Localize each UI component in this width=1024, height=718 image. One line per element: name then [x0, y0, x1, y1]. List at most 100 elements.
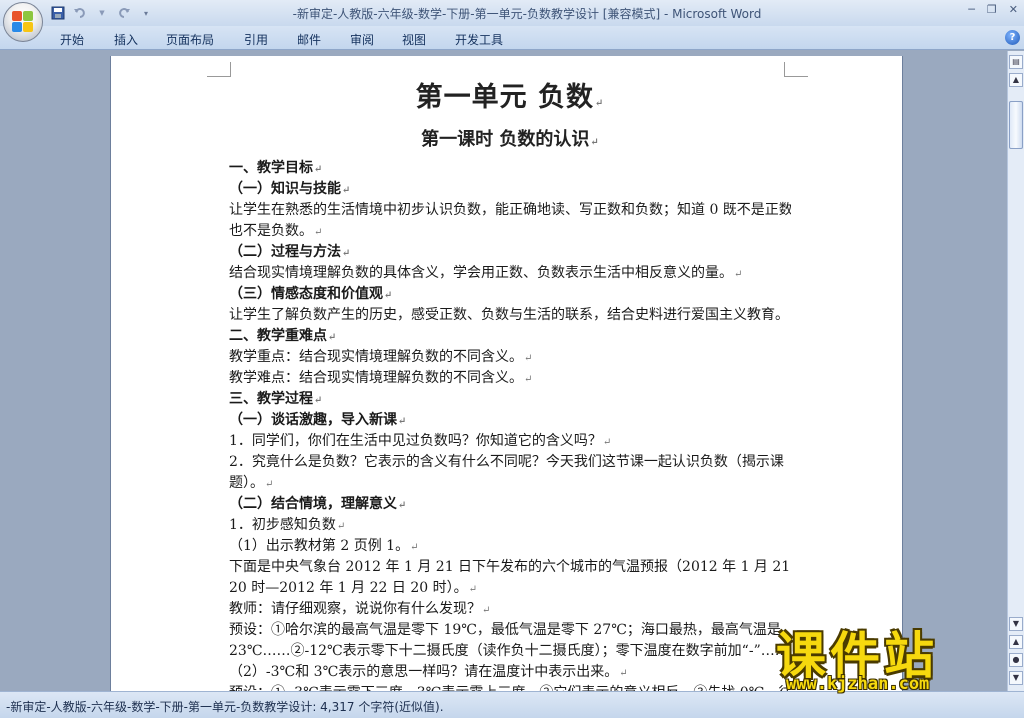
help-icon[interactable]: ? — [1005, 30, 1020, 45]
document-line: 20 时—2012 年 1 月 22 日 20 时）。↵ — [229, 578, 791, 599]
document-line: 23℃……②-12℃表示零下十二摄氏度（读作负十二摄氏度）；零下温度在数字前加“… — [229, 641, 791, 662]
paragraph-mark: ↵ — [734, 269, 743, 280]
document-line-text: 23℃……②-12℃表示零下十二摄氏度（读作负十二摄氏度）；零下温度在数字前加“… — [229, 643, 789, 659]
previous-page-icon[interactable]: ▲ — [1009, 635, 1023, 649]
paragraph-mark: ↵ — [398, 416, 407, 427]
paragraph-mark: ↵ — [336, 521, 346, 532]
document-title: 第一单元 负数↵ — [415, 82, 605, 113]
document-line: 让学生在熟悉的生活情境中初步认识负数，能正确地读、写正数和负数；知道 0 既不是… — [229, 200, 791, 221]
document-line-text: 20 时—2012 年 1 月 22 日 20 时）。 — [229, 580, 468, 596]
document-line: 一、教学目标↵ — [229, 158, 791, 179]
document-line-text: 结合现实情境理解负数的具体含义，学会用正数、负数表示生活中相反意义的量。 — [229, 265, 733, 281]
document-line: 教学重点：结合现实情境理解负数的不同含义。↵ — [229, 347, 791, 368]
document-line: （三）情感态度和价值观↵ — [229, 284, 791, 305]
paragraph-mark: ↵ — [619, 668, 628, 679]
document-line: 教学难点：结合现实情境理解负数的不同含义。↵ — [229, 368, 791, 389]
document-line-text: 一、教学目标 — [229, 160, 313, 176]
paragraph-mark: ↵ — [328, 332, 337, 343]
document-line: 题）。↵ — [229, 473, 791, 494]
document-line-text: （一）知识与技能 — [229, 181, 341, 197]
document-line: 让学生了解负数产生的历史，感受正数、负数与生活的联系，结合史料进行爱国主义教育。… — [229, 305, 791, 326]
document-line-text: （二）结合情境，理解意义 — [229, 496, 397, 512]
paragraph-mark: ↵ — [342, 185, 351, 196]
document-line-text: 也不是负数。 — [229, 223, 313, 239]
paragraph-mark: ↵ — [602, 437, 612, 448]
tab-references[interactable]: 引用 — [244, 31, 268, 48]
paragraph-mark: ↵ — [468, 584, 477, 595]
document-workspace: 第一单元 负数↵ 第一课时 负数的认识↵ 一、教学目标↵ （一）知识与技能↵ 让学生… — [0, 51, 1007, 716]
document-line-text: 1．初步感知负数 — [229, 517, 336, 533]
document-line-text: 二、教学重难点 — [229, 328, 327, 344]
paragraph-mark: ↵ — [342, 248, 351, 259]
paragraph-mark: ↵ — [410, 542, 419, 553]
document-line-text: （2）-3℃和 3℃表示的意思一样吗？请在温度计中表示出来。 — [229, 664, 619, 680]
scroll-down-icon[interactable]: ▼ — [1009, 617, 1023, 631]
document-line: （1）出示教材第 2 页例 1。↵ — [229, 536, 791, 557]
paragraph-mark: ↵ — [524, 353, 533, 364]
browse-object-icon[interactable]: ● — [1009, 653, 1023, 667]
document-line-text: 教师：请仔细观察，说说你有什么发现？ — [229, 601, 481, 617]
close-icon[interactable]: ✕ — [1009, 3, 1018, 16]
document-line-text: 题）。 — [229, 475, 264, 491]
status-text: -新审定-人教版-六年级-数学-下册-第一单元-负数教学设计: 4,317 个字… — [6, 700, 444, 714]
document-line-text: （二）过程与方法 — [229, 244, 341, 260]
window-controls: ─ ❐ ✕ — [968, 3, 1018, 16]
document-line-text: 让学生在熟悉的生活情境中初步认识负数，能正确地读、写正数和负数；知道 0 既不是… — [229, 202, 791, 218]
minimize-icon[interactable]: ─ — [968, 3, 975, 16]
paragraph-mark: ↵ — [265, 479, 274, 490]
document-line-text: 下面是中央气象台 2012 年 1 月 21 日下午发布的六个城市的气温预报（2… — [229, 559, 791, 575]
document-line: 二、教学重难点↵ — [229, 326, 791, 347]
document-line-text: 让学生了解负数产生的历史，感受正数、负数与生活的联系，结合史料进行爱国主义教育。 — [229, 307, 789, 323]
document-line: 下面是中央气象台 2012 年 1 月 21 日下午发布的六个城市的气温预报（2… — [229, 557, 791, 578]
document-line: 也不是负数。↵ — [229, 221, 791, 242]
maximize-icon[interactable]: ❐ — [987, 3, 997, 16]
paragraph-mark: ↵ — [314, 227, 323, 238]
office-button[interactable] — [3, 2, 43, 42]
document-body[interactable]: 第一单元 负数↵ 第一课时 负数的认识↵ 一、教学目标↵ （一）知识与技能↵ 让学生… — [229, 78, 791, 704]
document-line: 三、教学过程↵ — [229, 389, 791, 410]
document-line-text: 教学难点：结合现实情境理解负数的不同含义。 — [229, 370, 523, 386]
paragraph-mark: ↵ — [384, 290, 393, 301]
document-line-text: （一）谈话激趣，导入新课 — [229, 412, 397, 428]
window-title: -新审定-人教版-六年级-数学-下册-第一单元-负数教学设计 [兼容模式] - … — [292, 7, 762, 21]
paragraph-mark: ↵ — [314, 395, 323, 406]
margin-corner-mark — [207, 62, 231, 77]
document-line: （二）结合情境，理解意义↵ — [229, 494, 791, 515]
office-logo-icon — [12, 11, 34, 33]
document-line-text: 三、教学过程 — [229, 391, 313, 407]
document-line: 1．初步感知负数↵ — [229, 515, 791, 536]
next-page-icon[interactable]: ▼ — [1009, 671, 1023, 685]
site-watermark: 课件站 www.kjzhan.com — [770, 616, 1010, 696]
document-line-text: 2．究竟什么是负数？它表示的含义有什么不同呢？今天我们这节课一起认识负数（揭示课 — [229, 454, 784, 470]
tab-home[interactable]: 开始 — [60, 31, 84, 48]
paragraph-mark: ↵ — [314, 164, 323, 175]
ribbon-tabs: 开始 插入 页面布局 引用 邮件 审阅 视图 开发工具 ? — [0, 26, 1024, 50]
document-line: 结合现实情境理解负数的具体含义，学会用正数、负数表示生活中相反意义的量。↵ — [229, 263, 791, 284]
tab-review[interactable]: 审阅 — [350, 31, 374, 48]
document-line: 预设：①哈尔滨的最高气温是零下 19℃，最低气温是零下 27℃；海口最热，最高气… — [229, 620, 791, 641]
document-lines: 一、教学目标↵ （一）知识与技能↵ 让学生在熟悉的生活情境中初步认识负数，能正确地读… — [229, 158, 791, 704]
document-line-text: （三）情感态度和价值观 — [229, 286, 383, 302]
scroll-thumb[interactable] — [1009, 101, 1023, 149]
document-line: 2．究竟什么是负数？它表示的含义有什么不同呢？今天我们这节课一起认识负数（揭示课 — [229, 452, 791, 473]
document-line-text: 教学重点：结合现实情境理解负数的不同含义。 — [229, 349, 523, 365]
vertical-scrollbar[interactable]: ▤ ▲ ▼ ▲ ● ▼ — [1007, 51, 1024, 691]
tab-page-layout[interactable]: 页面布局 — [166, 31, 214, 48]
margin-corner-mark — [784, 62, 808, 77]
tab-mailings[interactable]: 邮件 — [297, 31, 321, 48]
document-line: （二）过程与方法↵ — [229, 242, 791, 263]
title-bar: ▼ ▾ -新审定-人教版-六年级-数学-下册-第一单元-负数教学设计 [兼容模式… — [0, 0, 1024, 26]
paragraph-mark: ↵ — [398, 500, 407, 511]
document-line-text: 预设：①哈尔滨的最高气温是零下 19℃，最低气温是零下 27℃；海口最热，最高气… — [229, 622, 781, 638]
tab-developer[interactable]: 开发工具 — [455, 31, 503, 48]
document-line: （2）-3℃和 3℃表示的意思一样吗？请在温度计中表示出来。↵ — [229, 662, 791, 683]
tab-insert[interactable]: 插入 — [114, 31, 138, 48]
tab-view[interactable]: 视图 — [402, 31, 426, 48]
document-line: 教师：请仔细观察，说说你有什么发现？↵ — [229, 599, 791, 620]
paragraph-mark: ↵ — [790, 311, 791, 322]
document-line-text: （1）出示教材第 2 页例 1。 — [229, 538, 410, 554]
ruler-toggle-icon[interactable]: ▤ — [1009, 55, 1023, 69]
scroll-up-icon[interactable]: ▲ — [1009, 73, 1023, 87]
document-line: （一）知识与技能↵ — [229, 179, 791, 200]
document-line: （一）谈话激趣，导入新课↵ — [229, 410, 791, 431]
